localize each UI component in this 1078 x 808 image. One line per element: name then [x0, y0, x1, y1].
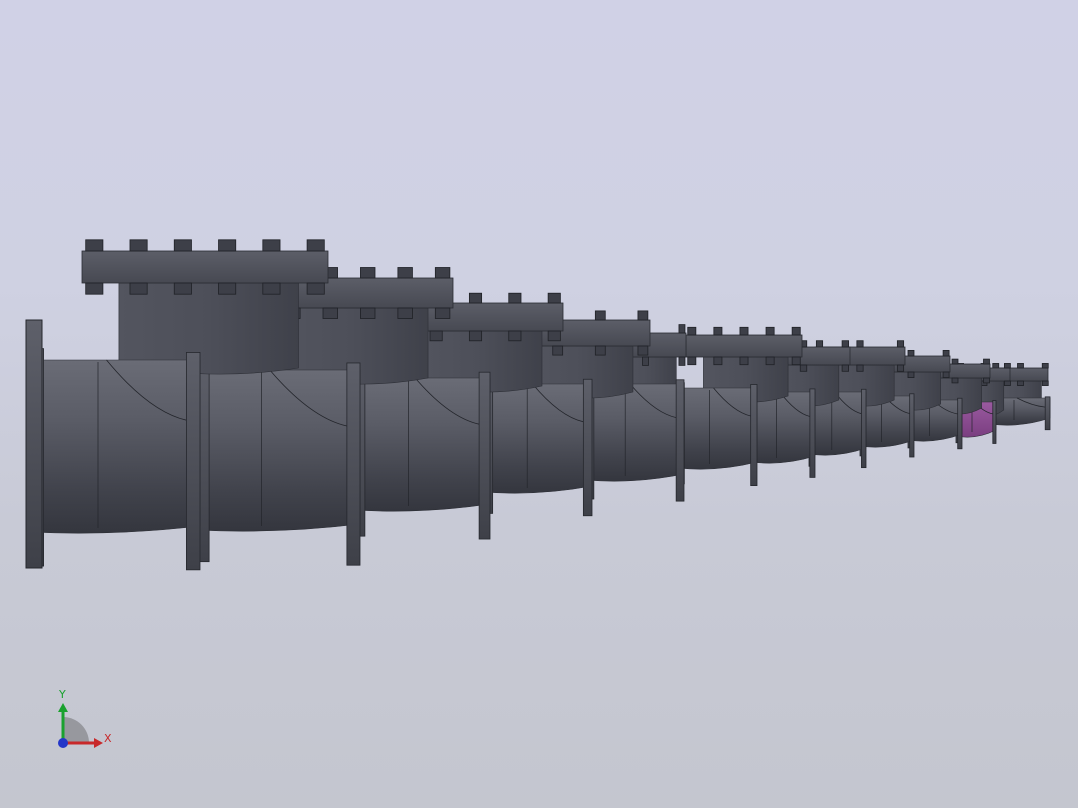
bolt-head — [262, 239, 281, 252]
z-axis-dot — [58, 738, 68, 748]
bolt-head — [1041, 363, 1049, 369]
bolt-head — [678, 324, 686, 334]
bolt-head — [992, 363, 1000, 369]
bolt-head — [306, 239, 325, 252]
valve-pipe-3 — [353, 377, 491, 512]
bolt-head — [951, 358, 959, 365]
outlet-flange — [861, 388, 867, 469]
bolt-nut — [262, 282, 281, 295]
bolt-head — [739, 326, 749, 336]
bolt-head — [815, 340, 824, 348]
bolt-head — [765, 326, 775, 336]
coordinate-triad: Y X — [46, 684, 116, 754]
front-inlet-flange — [25, 319, 43, 569]
valve-cover-1 — [81, 250, 329, 284]
bolt-nut — [1041, 380, 1049, 386]
y-axis-arrowhead — [58, 703, 68, 712]
bolt-head — [687, 326, 697, 336]
bolt-nut — [360, 307, 376, 319]
x-axis-label: X — [104, 732, 112, 745]
valve-pipe-4 — [483, 383, 593, 494]
outlet-flange — [185, 352, 201, 571]
x-axis-arrowhead — [94, 738, 103, 748]
bolt-nut — [642, 356, 649, 366]
valve-pipe-2 — [195, 369, 361, 532]
outlet-flange — [992, 400, 997, 444]
outlet-flange — [675, 379, 685, 502]
bolt-nut — [678, 356, 686, 366]
bolt-nut — [552, 345, 564, 356]
bolt-head — [218, 239, 237, 252]
bolt-head — [791, 326, 801, 336]
outlet-flange — [809, 388, 816, 478]
outlet-flange — [957, 397, 963, 450]
bolt-nut — [739, 356, 749, 366]
bolt-nut — [856, 364, 864, 372]
bolt-nut — [434, 307, 451, 319]
valve-pipe-1 — [29, 359, 201, 534]
bolt-head — [841, 340, 850, 348]
bolt-nut — [1004, 380, 1011, 386]
bolt-nut — [322, 307, 338, 319]
outlet-flange — [909, 393, 915, 458]
bolt-head — [713, 326, 723, 336]
bolt-nut — [547, 330, 561, 342]
bolt-head — [129, 239, 148, 252]
valve-assembly-model[interactable] — [0, 0, 1078, 808]
bolt-head — [637, 310, 649, 321]
bolt-head — [508, 292, 522, 304]
bolt-nut — [713, 356, 723, 366]
graphics-viewport[interactable]: Y X — [0, 0, 1078, 808]
bolt-head — [896, 340, 905, 348]
bolt-head — [434, 267, 451, 279]
bolt-nut — [594, 345, 606, 356]
bolt-nut — [951, 377, 959, 384]
bolt-head — [468, 292, 483, 304]
outlet-flange — [750, 384, 758, 487]
valve-pipe-5 — [585, 383, 685, 482]
bolt-head — [85, 239, 104, 252]
bolt-nut — [637, 345, 649, 356]
bolt-nut — [306, 282, 325, 295]
outlet-flange — [1044, 396, 1051, 431]
bolt-nut — [942, 371, 950, 378]
bolt-head — [856, 340, 864, 348]
bolt-nut — [907, 371, 915, 378]
bolt-nut — [1017, 380, 1024, 386]
bolt-nut — [468, 330, 483, 342]
outlet-flange — [346, 362, 361, 566]
triad-xy-plane — [63, 717, 89, 743]
outlet-flange — [582, 378, 593, 517]
bolt-nut — [218, 282, 237, 295]
bolt-nut — [173, 282, 192, 295]
bolt-nut — [983, 377, 990, 384]
bolt-head — [397, 267, 413, 279]
bolt-nut — [397, 307, 413, 319]
bolt-head — [547, 292, 561, 304]
bolt-nut — [129, 282, 148, 295]
bolt-head — [907, 349, 915, 357]
bolt-nut — [765, 356, 775, 366]
valve-pipe-7 — [750, 391, 816, 464]
bolt-head — [942, 349, 950, 357]
bolt-nut — [799, 364, 808, 372]
bolt-head — [594, 310, 606, 321]
bolt-nut — [687, 356, 697, 366]
bolt-nut — [841, 364, 850, 372]
bolt-head — [1017, 363, 1024, 369]
bolt-nut — [896, 364, 905, 372]
bolt-nut — [508, 330, 522, 342]
bolt-nut — [429, 330, 443, 342]
bolt-nut — [791, 356, 801, 366]
bolt-head — [1004, 363, 1011, 369]
valve-cover-6 — [685, 334, 803, 358]
bolt-head — [983, 358, 990, 365]
bolt-head — [360, 267, 376, 279]
valve-pipe-6 — [677, 387, 758, 470]
outlet-flange — [478, 371, 491, 540]
bolt-head — [173, 239, 192, 252]
bolt-nut — [85, 282, 104, 295]
y-axis-label: Y — [59, 688, 66, 701]
